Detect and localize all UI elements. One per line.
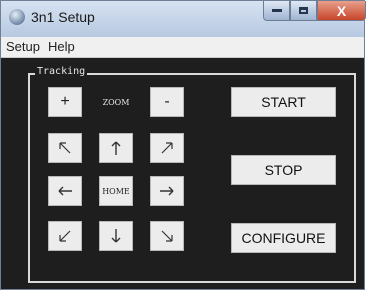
- window-controls: X: [263, 1, 366, 23]
- arrow-down-right-icon: [161, 230, 173, 242]
- minimize-button[interactable]: [263, 1, 290, 21]
- zoom-in-button[interactable]: +: [48, 87, 82, 117]
- close-button[interactable]: X: [317, 1, 366, 21]
- move-right-button[interactable]: [150, 176, 184, 206]
- zoom-out-button[interactable]: -: [150, 87, 184, 117]
- start-button[interactable]: START: [231, 87, 336, 117]
- arrow-down-left-icon: [59, 230, 71, 242]
- minimize-icon: [271, 9, 282, 12]
- move-down-button[interactable]: [99, 221, 133, 251]
- app-window: 3n1 Setup X Setup Help Tracking + ZOOM -…: [0, 0, 366, 290]
- menu-bar: Setup Help: [1, 37, 364, 58]
- configure-button[interactable]: CONFIGURE: [231, 223, 336, 253]
- app-icon: [9, 9, 25, 25]
- move-left-button[interactable]: [48, 176, 82, 206]
- arrow-up-icon: [111, 141, 121, 155]
- arrow-left-icon: [58, 186, 72, 196]
- menu-help[interactable]: Help: [48, 39, 75, 54]
- arrow-right-icon: [160, 186, 174, 196]
- move-up-button[interactable]: [99, 133, 133, 163]
- zoom-label: ZOOM: [102, 97, 130, 107]
- maximize-button[interactable]: [290, 1, 317, 21]
- arrow-down-icon: [111, 229, 121, 243]
- home-button[interactable]: HOME: [99, 176, 133, 206]
- stop-button[interactable]: STOP: [231, 155, 336, 185]
- move-up-left-button[interactable]: [48, 133, 82, 163]
- title-bar: 3n1 Setup X: [1, 1, 366, 37]
- tracking-group-label: Tracking: [35, 66, 88, 77]
- arrow-up-left-icon: [59, 142, 71, 154]
- arrow-up-right-icon: [161, 142, 173, 154]
- move-up-right-button[interactable]: [150, 133, 184, 163]
- move-down-right-button[interactable]: [150, 221, 184, 251]
- window-title: 3n1 Setup: [31, 9, 95, 25]
- maximize-icon: [299, 7, 308, 14]
- move-down-left-button[interactable]: [48, 221, 82, 251]
- menu-setup[interactable]: Setup: [6, 39, 40, 54]
